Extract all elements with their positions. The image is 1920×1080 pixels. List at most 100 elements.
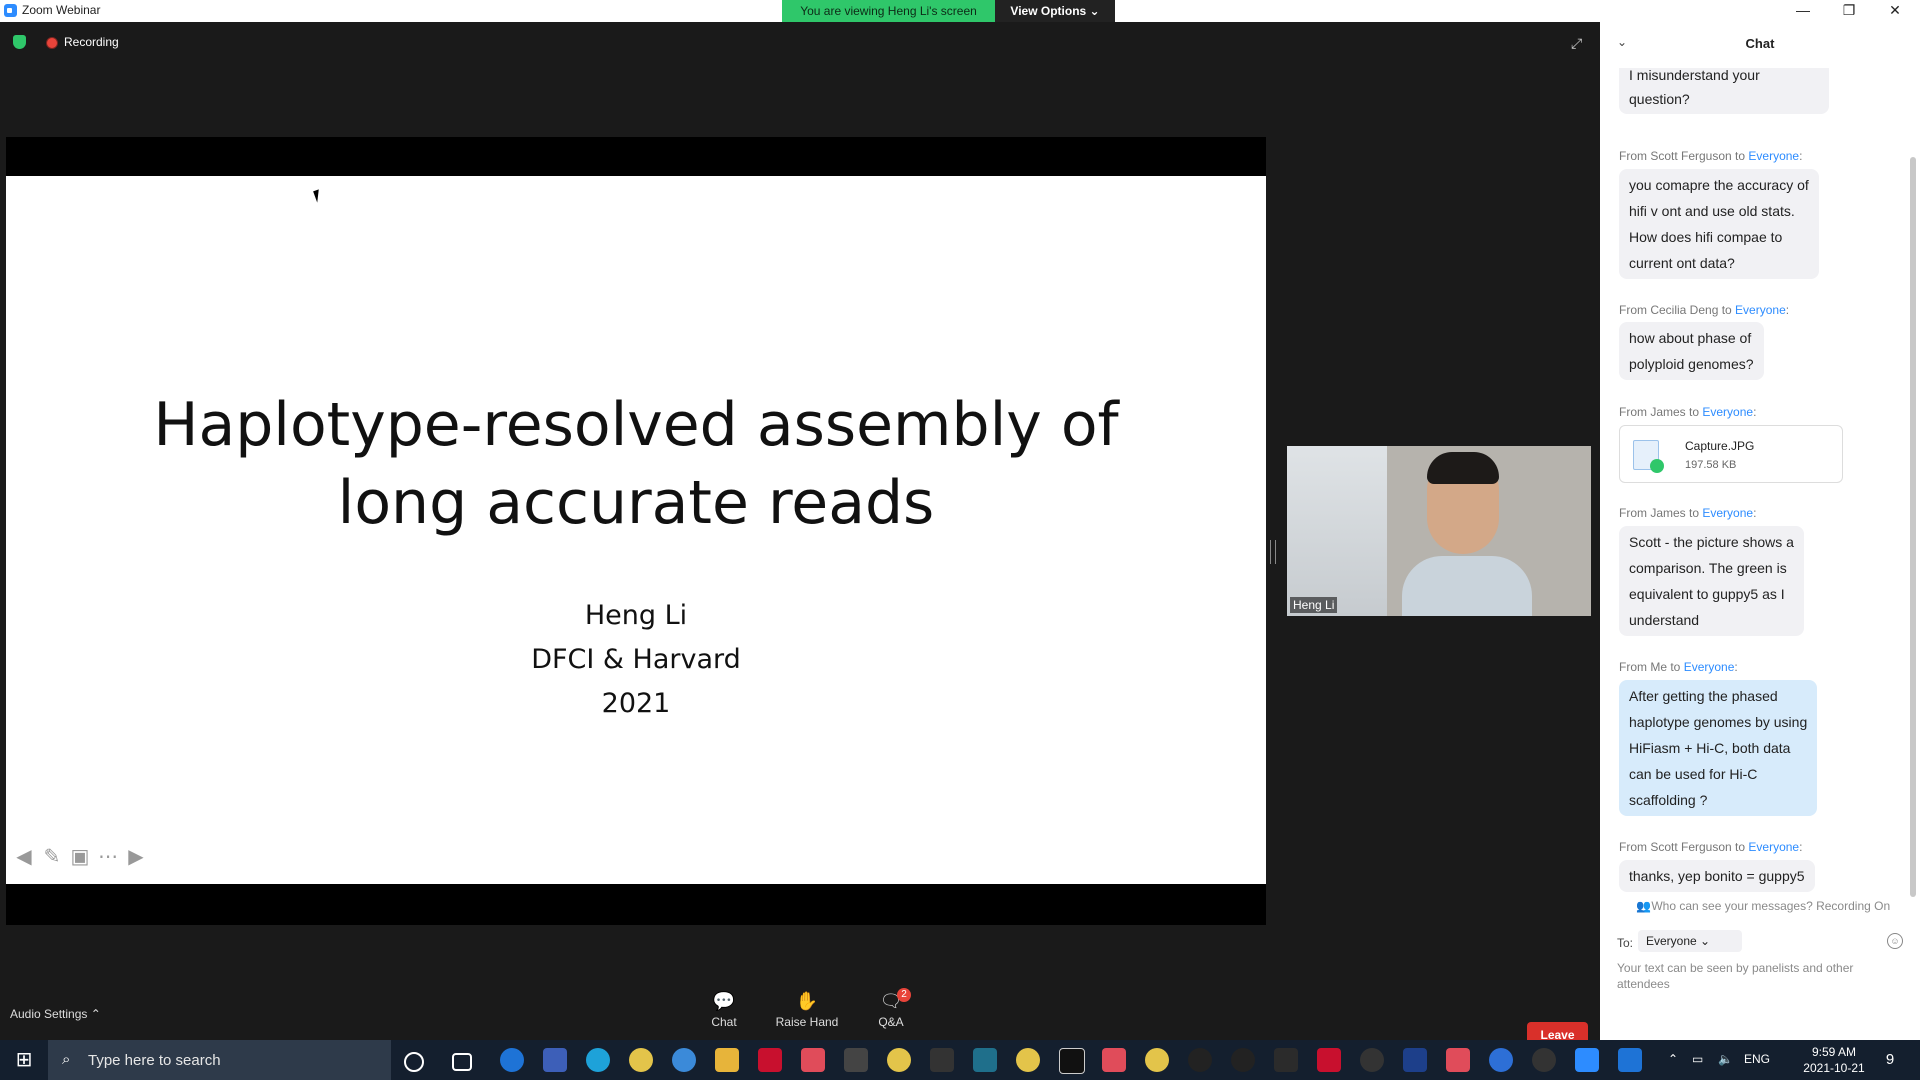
edge-browser-icon[interactable] bbox=[586, 1048, 610, 1072]
message-line: understand bbox=[1629, 612, 1700, 628]
privacy-notice[interactable]: 👥 Who can see your messages? Recording O… bbox=[1636, 899, 1890, 913]
message-line: HiFiasm + Hi-C, both data bbox=[1629, 740, 1791, 756]
message-meta: From Me to Everyone: bbox=[1619, 660, 1738, 674]
notifications-icon[interactable]: 9 bbox=[1880, 1050, 1900, 1070]
chrome-profile-2-icon[interactable] bbox=[887, 1048, 911, 1072]
message-line: you comapre the accuracy of bbox=[1629, 177, 1809, 193]
message-recipient[interactable]: Everyone bbox=[1735, 303, 1786, 317]
acrobat-icon[interactable] bbox=[1317, 1048, 1341, 1072]
next-slide-icon[interactable]: ▶ bbox=[124, 845, 148, 869]
r-app-icon[interactable] bbox=[1489, 1048, 1513, 1072]
gu-app-icon[interactable] bbox=[930, 1048, 954, 1072]
slide-title: Haplotype-resolved assembly of long accu… bbox=[6, 386, 1266, 542]
pdf-app-icon[interactable] bbox=[801, 1048, 825, 1072]
app-icon[interactable] bbox=[1532, 1048, 1556, 1072]
graduation-cap-icon[interactable] bbox=[844, 1048, 868, 1072]
chat-input[interactable]: Your text can be seen by panelists and o… bbox=[1617, 960, 1887, 992]
internet-explorer-icon[interactable] bbox=[500, 1048, 524, 1072]
message-line: current ont data? bbox=[1629, 255, 1735, 271]
message-line: polyploid genomes? bbox=[1629, 356, 1754, 372]
message-sender: From Cecilia Deng to bbox=[1619, 303, 1736, 317]
restore-icon[interactable]: ❐ bbox=[1826, 0, 1872, 22]
emoji-icon[interactable]: ☺ bbox=[1887, 933, 1903, 949]
language-indicator[interactable]: ENG bbox=[1744, 1052, 1770, 1066]
chat-bubble-partial: I misunderstand your question? bbox=[1619, 68, 1829, 114]
shared-screen: Haplotype-resolved assembly of long accu… bbox=[6, 137, 1266, 925]
message-line: how about phase of bbox=[1629, 330, 1752, 346]
pdf-app-2-icon[interactable] bbox=[1446, 1048, 1470, 1072]
windows-start-icon[interactable]: ⊞ bbox=[0, 1040, 48, 1080]
window-app-icon[interactable] bbox=[1618, 1048, 1642, 1072]
globe-app-icon[interactable] bbox=[672, 1048, 696, 1072]
audio-settings-button[interactable]: Audio Settings ⌃ bbox=[10, 1007, 101, 1021]
shield-app-icon[interactable] bbox=[1403, 1048, 1427, 1072]
slide-author: Heng Li bbox=[584, 600, 688, 631]
message-line: After getting the phased bbox=[1629, 688, 1778, 704]
message-line: thanks, yep bonito = guppy5 bbox=[1629, 868, 1805, 884]
slide-title-line-1: Haplotype-resolved assembly of bbox=[153, 390, 1119, 460]
file-explorer-icon[interactable] bbox=[715, 1048, 739, 1072]
minimize-icon[interactable]: — bbox=[1780, 0, 1826, 22]
red-app-icon[interactable] bbox=[758, 1048, 782, 1072]
qa-icon: 🗨 bbox=[879, 991, 903, 1011]
github-icon[interactable] bbox=[1231, 1048, 1255, 1072]
tray-chevron-icon[interactable]: ⌃ bbox=[1668, 1052, 1678, 1066]
task-view-icon[interactable] bbox=[452, 1053, 472, 1071]
tool-app-icon[interactable] bbox=[973, 1048, 997, 1072]
fullscreen-icon[interactable]: ⤢ bbox=[1571, 36, 1585, 50]
speaker-name-label: Heng Li bbox=[1290, 597, 1338, 613]
chat-button[interactable]: 💬 Chat bbox=[689, 990, 759, 1029]
taskbar-search[interactable]: ⌕ Type here to search bbox=[48, 1040, 391, 1080]
message-recipient[interactable]: Everyone bbox=[1684, 660, 1735, 674]
chat-bubble: you comapre the accuracy of hifi v ont a… bbox=[1619, 169, 1819, 279]
raise-hand-button[interactable]: ✋ Raise Hand bbox=[772, 990, 842, 1029]
message-meta: From James to Everyone: bbox=[1619, 506, 1757, 520]
speaker-video[interactable]: Heng Li bbox=[1287, 446, 1591, 616]
github-desktop-icon[interactable] bbox=[1360, 1048, 1384, 1072]
document-app-icon[interactable] bbox=[1102, 1048, 1126, 1072]
slide-sorter-icon[interactable]: ▣ bbox=[68, 845, 92, 869]
chrome-profile-3-icon[interactable] bbox=[1016, 1048, 1040, 1072]
zoom-taskbar-icon[interactable] bbox=[1575, 1048, 1599, 1072]
slide-year: 2021 bbox=[601, 688, 671, 719]
recording-icon bbox=[46, 37, 58, 49]
meeting-area: Recording ⤢ Haplotype-resolved assembly … bbox=[0, 22, 1600, 1048]
windows-taskbar: ⊞ ⌕ Type here to search ⌃ ▭ 🔈 ENG 9:59 A… bbox=[0, 1040, 1920, 1080]
cortana-icon[interactable] bbox=[404, 1052, 424, 1072]
chrome-profile-icon[interactable] bbox=[629, 1048, 653, 1072]
chrome-profile-4-icon[interactable] bbox=[1145, 1048, 1169, 1072]
to-label: To: bbox=[1617, 936, 1634, 950]
encryption-shield-icon[interactable] bbox=[13, 35, 26, 49]
more-options-icon[interactable]: ⋯ bbox=[96, 845, 120, 869]
close-icon[interactable]: ✕ bbox=[1872, 0, 1918, 22]
chat-scrollbar[interactable] bbox=[1910, 157, 1916, 897]
volume-icon[interactable]: 🔈 bbox=[1718, 1052, 1733, 1066]
qa-badge: 2 bbox=[897, 988, 911, 1002]
message-recipient[interactable]: Everyone bbox=[1702, 405, 1753, 419]
word-app-icon[interactable] bbox=[1274, 1048, 1298, 1072]
chat-messages[interactable]: I misunderstand your question? From Scot… bbox=[1600, 68, 1920, 908]
hand-icon: ✋ bbox=[795, 991, 819, 1011]
message-recipient[interactable]: Everyone bbox=[1748, 840, 1799, 854]
message-recipient[interactable]: Everyone bbox=[1748, 149, 1799, 163]
message-line: comparison. The green is bbox=[1629, 560, 1787, 576]
qa-button[interactable]: 🗨 2 Q&A bbox=[856, 988, 926, 1029]
dark-app-icon[interactable] bbox=[1188, 1048, 1212, 1072]
message-recipient[interactable]: Everyone bbox=[1702, 506, 1753, 520]
previous-slide-icon[interactable]: ◀ bbox=[12, 845, 36, 869]
message-sender: From Scott Ferguson to bbox=[1619, 840, 1749, 854]
chat-title: Chat bbox=[1745, 36, 1775, 51]
notes-app-icon[interactable] bbox=[1059, 1048, 1085, 1074]
resize-handle[interactable] bbox=[1270, 540, 1276, 564]
pen-icon[interactable]: ✎ bbox=[40, 845, 64, 869]
network-icon[interactable]: ▭ bbox=[1692, 1052, 1703, 1066]
message-line: equivalent to guppy5 as I bbox=[1629, 586, 1785, 602]
calendar-app-icon[interactable] bbox=[543, 1048, 567, 1072]
file-attachment[interactable]: Capture.JPG 197.58 KB bbox=[1619, 425, 1843, 483]
image-file-icon bbox=[1633, 440, 1664, 473]
recipient-select[interactable]: Everyone ⌄ bbox=[1638, 930, 1742, 952]
message-line: Scott - the picture shows a bbox=[1629, 534, 1794, 550]
message-line: haplotype genomes by using bbox=[1629, 714, 1808, 730]
taskbar-clock[interactable]: 9:59 AM 2021-10-21 bbox=[1786, 1044, 1882, 1076]
view-options-button[interactable]: View Options ⌄ bbox=[995, 0, 1115, 22]
